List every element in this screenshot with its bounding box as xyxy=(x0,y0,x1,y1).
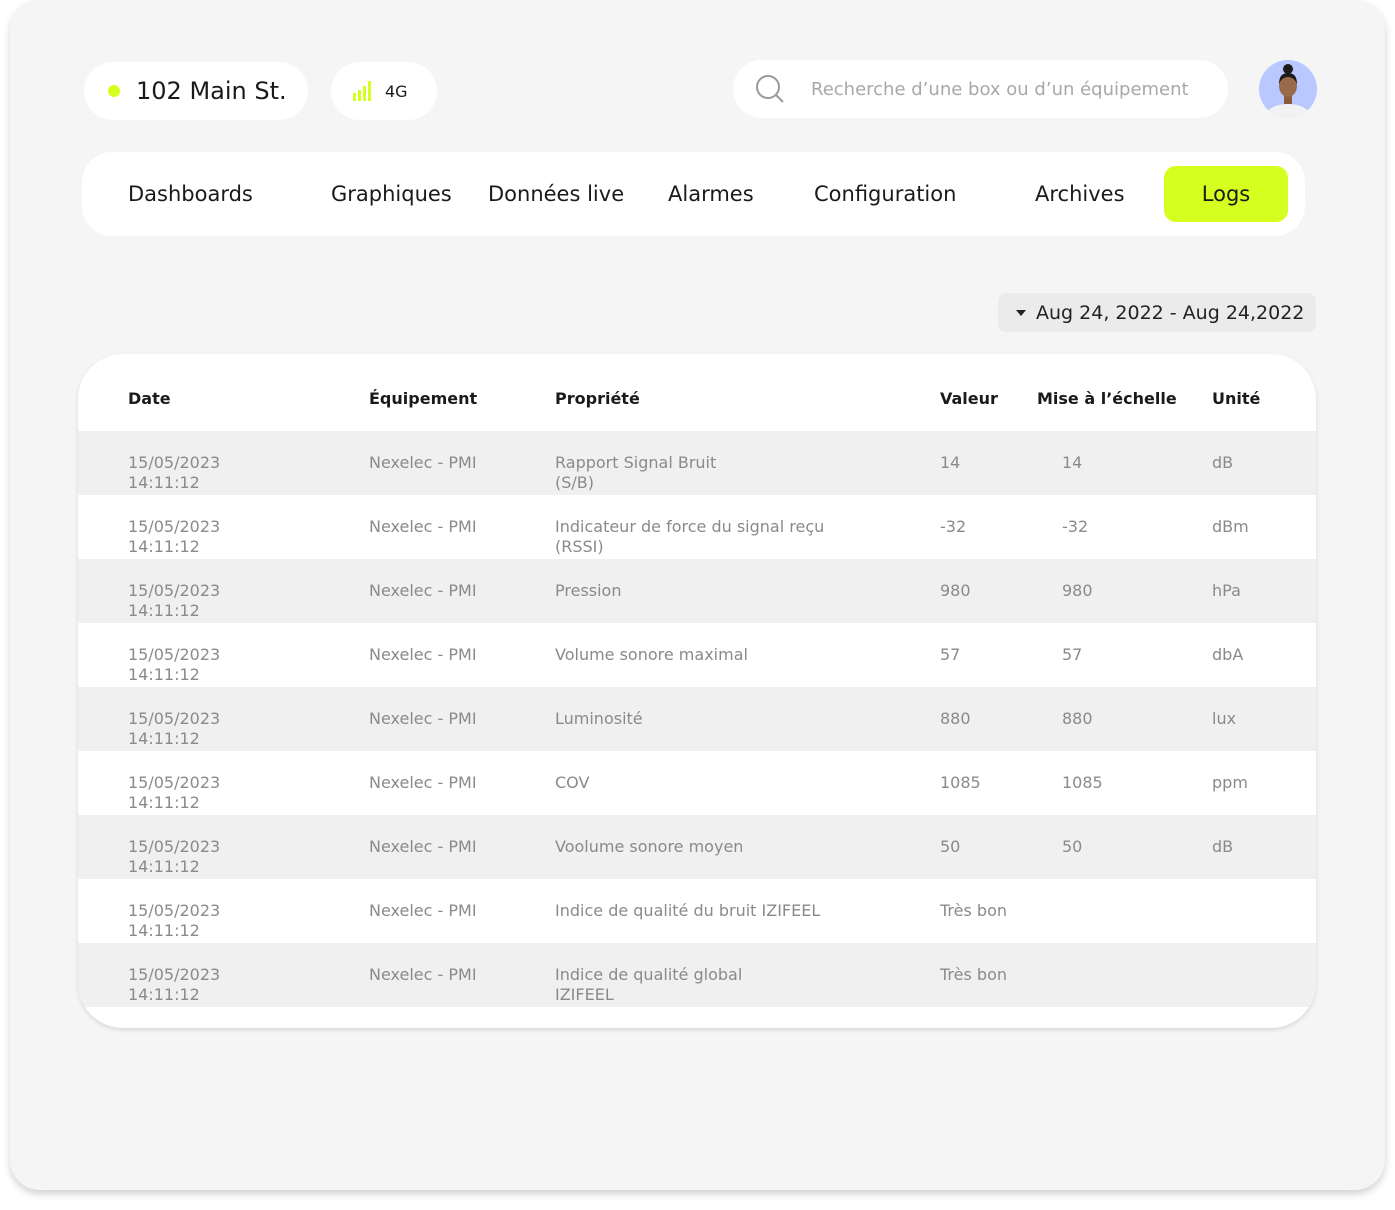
cell-date: 15/05/2023 14:11:12 xyxy=(128,453,220,493)
cell-equipement: Nexelec - PMI xyxy=(369,837,477,857)
header-equipement[interactable]: Équipement xyxy=(369,389,477,408)
cell-valeur: 880 xyxy=(940,709,971,729)
location-pill[interactable]: 102 Main St. xyxy=(84,62,308,120)
cell-equipement: Nexelec - PMI xyxy=(369,517,477,537)
cell-equipement: Nexelec - PMI xyxy=(369,645,477,665)
tab-archives[interactable]: Archives xyxy=(1035,152,1125,236)
cell-equipement: Nexelec - PMI xyxy=(369,453,477,473)
location-name: 102 Main St. xyxy=(136,77,287,105)
table-row[interactable]: 15/05/2023 14:11:12 Nexelec - PMI Pression… xyxy=(78,559,1316,623)
cell-mise-a-echelle: 1085 xyxy=(1062,773,1103,793)
search-input[interactable]: Recherche d’une box ou d’un équipement xyxy=(733,60,1228,118)
cell-date: 15/05/2023 14:11:12 xyxy=(128,837,220,877)
tab-alarmes[interactable]: Alarmes xyxy=(668,152,754,236)
cell-unite: dB xyxy=(1212,837,1233,857)
logs-table: Date Équipement Propriété Valeur Mise à … xyxy=(78,354,1316,1028)
cell-propriete: Luminosité xyxy=(555,709,885,729)
tab-logs[interactable]: Logs xyxy=(1164,166,1288,222)
header-valeur[interactable]: Valeur xyxy=(940,389,998,408)
cell-date: 15/05/2023 14:11:12 xyxy=(128,645,220,685)
cell-unite: ppm xyxy=(1212,773,1248,793)
tab-configuration[interactable]: Configuration xyxy=(814,152,956,236)
search-icon xyxy=(755,74,785,104)
cell-valeur: 1085 xyxy=(940,773,981,793)
user-avatar[interactable] xyxy=(1259,60,1317,118)
cell-mise-a-echelle: 14 xyxy=(1062,453,1082,473)
cell-mise-a-echelle: 50 xyxy=(1062,837,1082,857)
cell-unite: dbA xyxy=(1212,645,1243,665)
cell-valeur: 980 xyxy=(940,581,971,601)
table-row[interactable]: 15/05/2023 14:11:12 Nexelec - PMI Luminosi… xyxy=(78,687,1316,751)
cell-mise-a-echelle: 980 xyxy=(1062,581,1093,601)
date-range-picker[interactable]: Aug 24, 2022 - Aug 24,2022 xyxy=(998,293,1316,332)
tab-graphiques[interactable]: Graphiques xyxy=(331,152,452,236)
cell-valeur: 50 xyxy=(940,837,960,857)
header-propriete[interactable]: Propriété xyxy=(555,389,885,408)
cell-valeur: 57 xyxy=(940,645,960,665)
cell-propriete: COV xyxy=(555,773,885,793)
cell-equipement: Nexelec - PMI xyxy=(369,901,477,921)
header-unite[interactable]: Unité xyxy=(1212,389,1260,408)
table-row[interactable]: 15/05/2023 14:11:12 Nexelec - PMI Voolume … xyxy=(78,815,1316,879)
table-row[interactable]: 15/05/2023 14:11:12 Nexelec - PMI Indice d… xyxy=(78,879,1316,943)
caret-down-icon xyxy=(1016,310,1026,316)
cell-equipement: Nexelec - PMI xyxy=(369,581,477,601)
table-header: Date Équipement Propriété Valeur Mise à … xyxy=(78,354,1316,431)
network-label: 4G xyxy=(385,82,408,101)
cell-propriete: Indice de qualité du bruit IZIFEEL xyxy=(555,901,885,921)
cell-unite: lux xyxy=(1212,709,1236,729)
cell-propriete: Indicateur de force du signal reçu (RSSI… xyxy=(555,517,885,557)
cell-date: 15/05/2023 14:11:12 xyxy=(128,965,220,1005)
cell-equipement: Nexelec - PMI xyxy=(369,773,477,793)
status-dot-icon xyxy=(108,85,120,97)
cell-date: 15/05/2023 14:11:12 xyxy=(128,581,220,621)
main-nav: Dashboards Graphiques Données live Alarm… xyxy=(82,152,1305,236)
cell-unite: dB xyxy=(1212,453,1233,473)
signal-bars-icon xyxy=(353,81,371,101)
tab-donnees-live[interactable]: Données live xyxy=(488,152,624,236)
table-row[interactable]: 15/05/2023 14:11:12 Nexelec - PMI Rapport … xyxy=(78,431,1316,495)
cell-mise-a-echelle: 880 xyxy=(1062,709,1093,729)
cell-mise-a-echelle: -32 xyxy=(1062,517,1088,537)
cell-mise-a-echelle: 57 xyxy=(1062,645,1082,665)
cell-valeur: -32 xyxy=(940,517,966,537)
cell-date: 15/05/2023 14:11:12 xyxy=(128,709,220,749)
network-pill: 4G xyxy=(331,62,437,120)
tab-dashboards[interactable]: Dashboards xyxy=(128,152,253,236)
cell-valeur: Très bon xyxy=(940,965,1007,985)
cell-unite: dBm xyxy=(1212,517,1249,537)
cell-propriete: Pression xyxy=(555,581,885,601)
cell-date: 15/05/2023 14:11:12 xyxy=(128,517,220,557)
date-range-label: Aug 24, 2022 - Aug 24,2022 xyxy=(1036,302,1304,324)
cell-valeur: 14 xyxy=(940,453,960,473)
cell-valeur: Très bon xyxy=(940,901,1007,921)
cell-unite: hPa xyxy=(1212,581,1241,601)
table-row[interactable]: 15/05/2023 14:11:12 Nexelec - PMI Volume s… xyxy=(78,623,1316,687)
cell-date: 15/05/2023 14:11:12 xyxy=(128,773,220,813)
cell-propriete: Indice de qualité global IZIFEEL xyxy=(555,965,885,1005)
cell-propriete: Volume sonore maximal xyxy=(555,645,885,665)
cell-propriete: Rapport Signal Bruit (S/B) xyxy=(555,453,885,493)
cell-propriete: Voolume sonore moyen xyxy=(555,837,885,857)
avatar-icon xyxy=(1259,60,1317,118)
header-mise-a-echelle[interactable]: Mise à l’échelle xyxy=(1037,389,1177,408)
cell-equipement: Nexelec - PMI xyxy=(369,709,477,729)
table-row[interactable]: 15/05/2023 14:11:12 Nexelec - PMI COV 1085 1… xyxy=(78,751,1316,815)
table-row[interactable]: 15/05/2023 14:11:12 Nexelec - PMI Indice d… xyxy=(78,943,1316,1007)
cell-date: 15/05/2023 14:11:12 xyxy=(128,901,220,941)
table-row[interactable]: 15/05/2023 14:11:12 Nexelec - PMI Indicate… xyxy=(78,495,1316,559)
search-placeholder: Recherche d’une box ou d’un équipement xyxy=(811,79,1189,100)
header-date[interactable]: Date xyxy=(128,389,171,408)
cell-equipement: Nexelec - PMI xyxy=(369,965,477,985)
